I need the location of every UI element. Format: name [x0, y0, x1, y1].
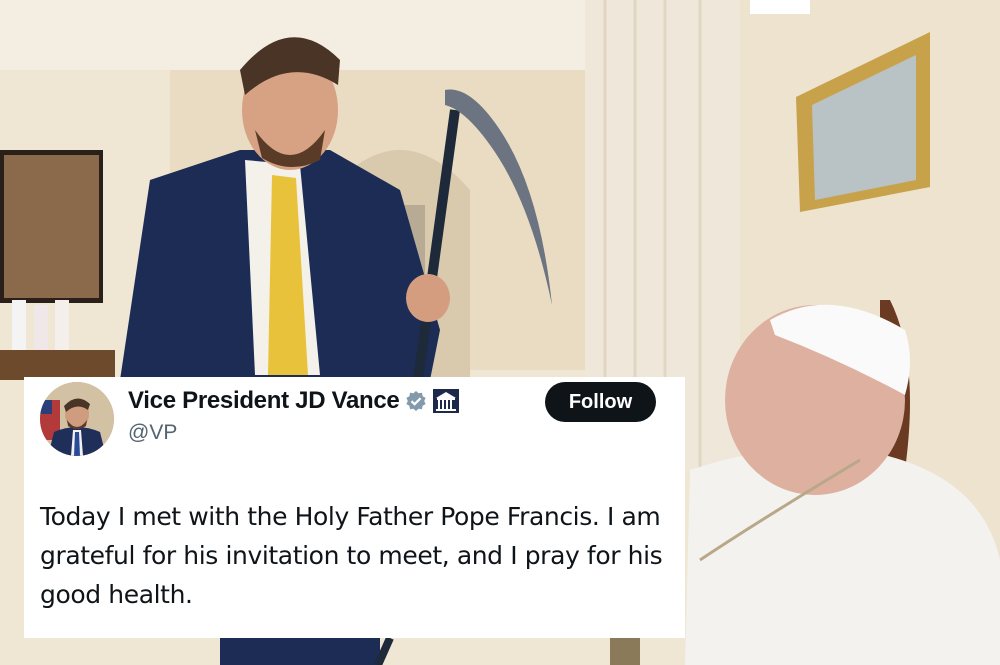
bottle	[12, 300, 26, 350]
hand	[406, 274, 450, 322]
follow-button[interactable]: Follow	[545, 382, 656, 422]
tweet-card: Vice President JD Vance @VP Follow Today…	[24, 377, 685, 638]
avatar-image	[40, 382, 114, 456]
white-house-icon	[433, 389, 460, 413]
left-painting	[4, 155, 99, 298]
verified-badge-icon	[405, 390, 427, 412]
side-table	[0, 350, 115, 380]
avatar[interactable]	[40, 382, 114, 456]
display-name[interactable]: Vice President JD Vance	[128, 387, 400, 415]
handle[interactable]: @VP	[128, 421, 177, 445]
ceiling-light	[750, 0, 810, 14]
bottle	[34, 305, 48, 350]
tweet-text: Today I met with the Holy Father Pope Fr…	[40, 502, 663, 609]
bottle	[55, 300, 69, 350]
name-row: Vice President JD Vance	[128, 387, 460, 415]
